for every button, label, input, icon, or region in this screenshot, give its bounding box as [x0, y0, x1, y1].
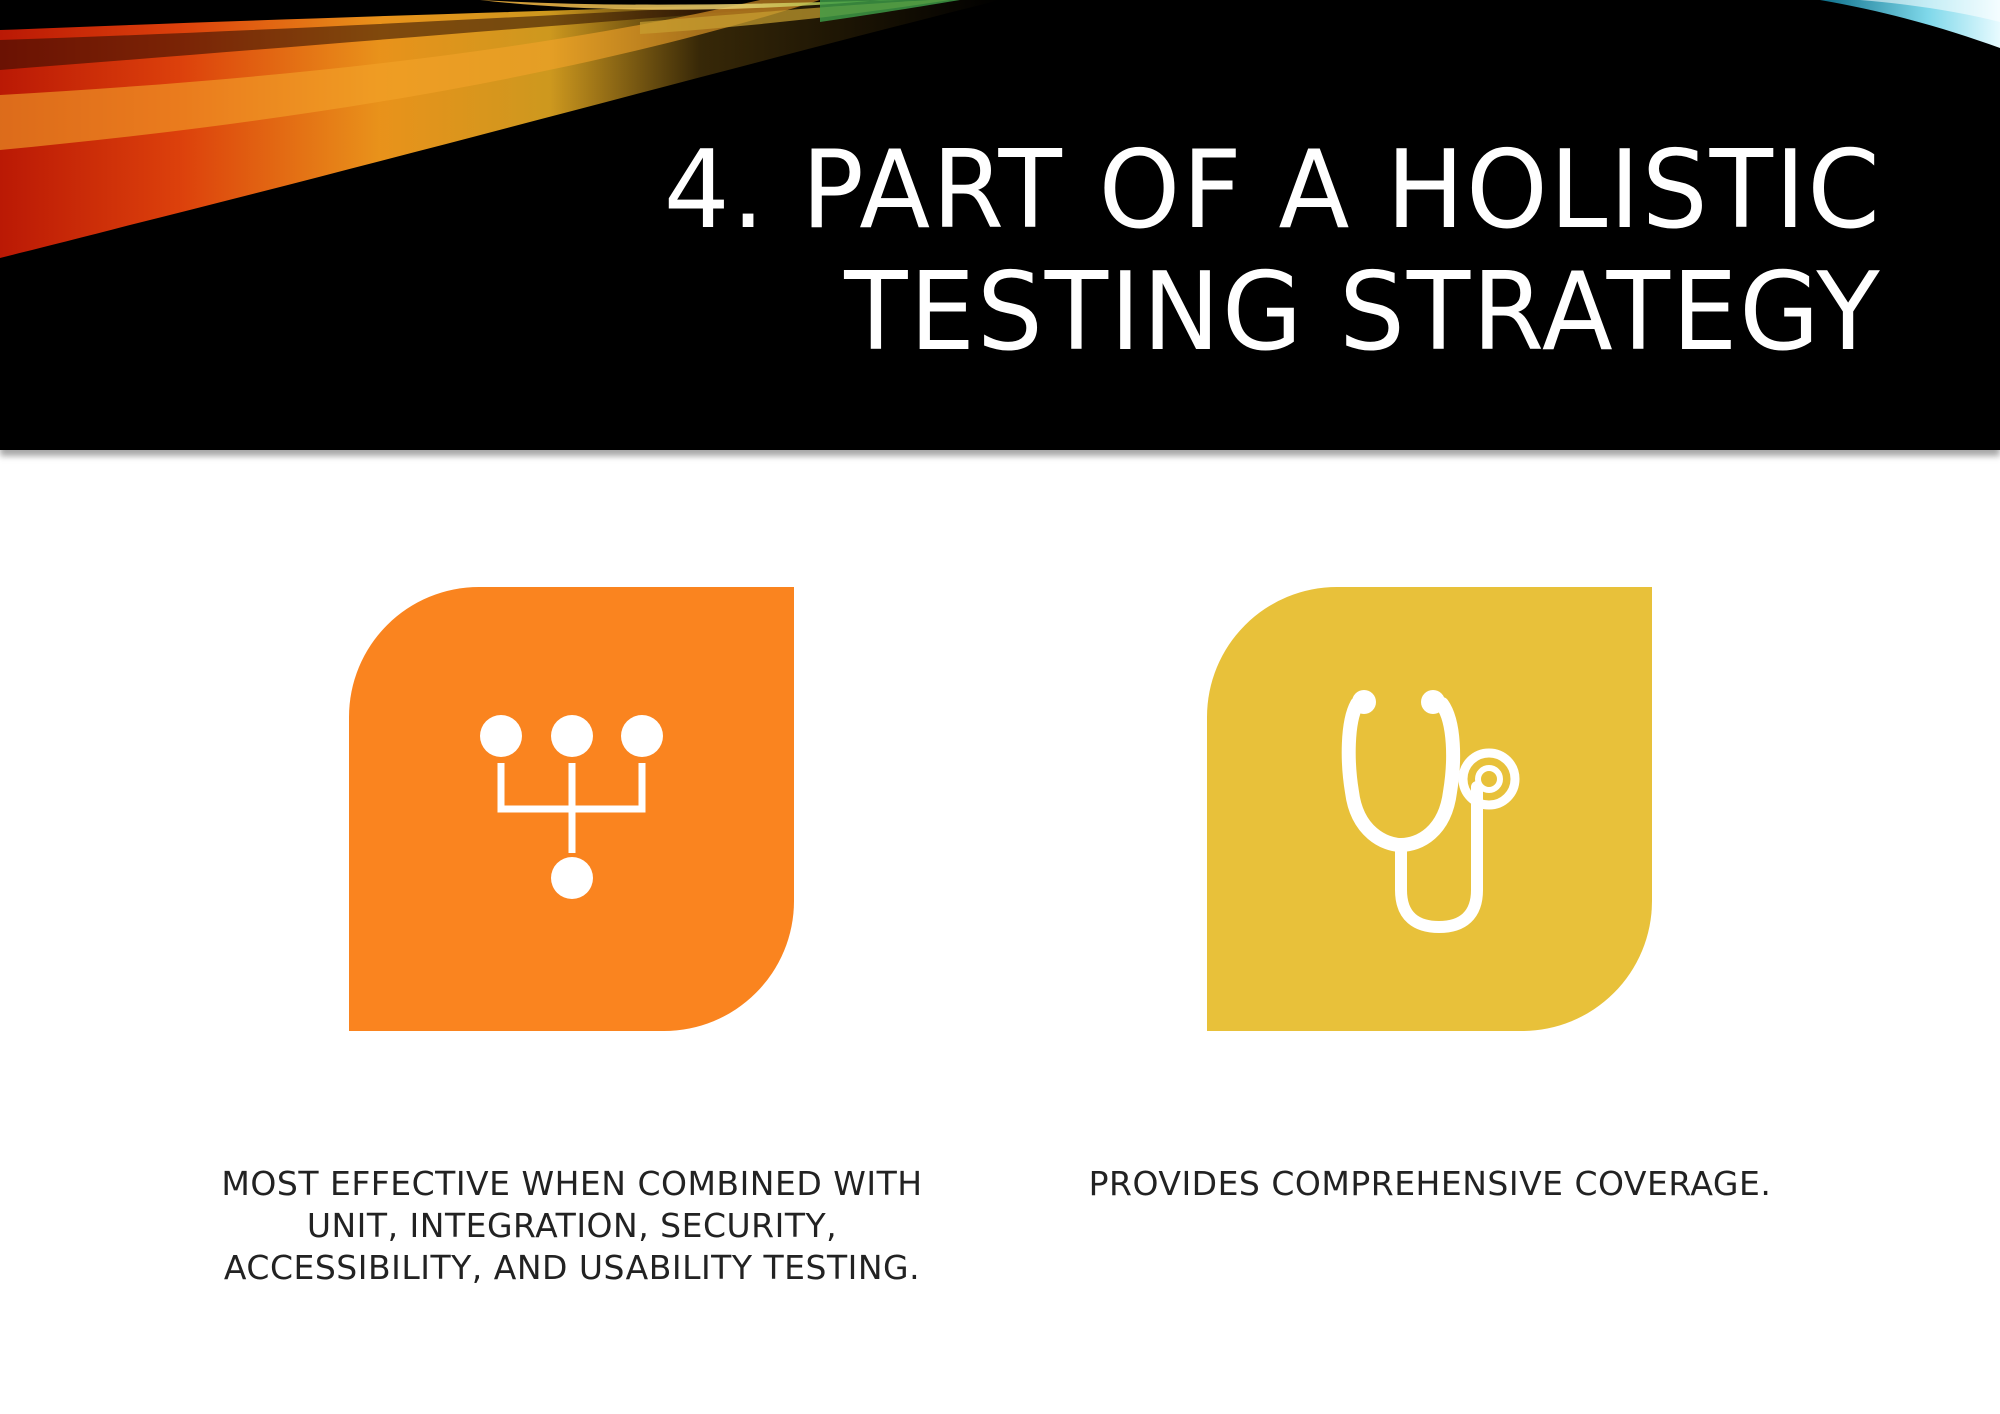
caption-left-line-2: UNIT, INTEGRATION, SECURITY, [306, 1206, 838, 1245]
slide-title-line-1: 4. PART OF A HOLISTIC [664, 128, 1882, 253]
slide-title-line-2: TESTING STRATEGY [844, 250, 1883, 375]
title-band: 4. PART OF A HOLISTIC TESTING STRATEGY [0, 0, 2000, 450]
caption-left-line-3: ACCESSIBILITY, AND USABILITY TESTING. [223, 1248, 921, 1287]
caption-left-line-1: MOST EFFECTIVE WHEN COMBINED WITH [221, 1164, 923, 1203]
stethoscope-card [1207, 587, 1652, 1031]
caption-left: MOST EFFECTIVE WHEN COMBINED WITH UNIT, … [190, 1163, 954, 1289]
caption-right: PROVIDES COMPREHENSIVE COVERAGE. [1030, 1163, 1830, 1205]
hierarchy-icon [480, 715, 663, 899]
caption-right-line-1: PROVIDES COMPREHENSIVE COVERAGE. [1088, 1164, 1772, 1203]
hierarchy-card [349, 587, 794, 1031]
stethoscope-icon [1341, 690, 1520, 933]
slide-title: 4. PART OF A HOLISTIC TESTING STRATEGY [664, 130, 1882, 374]
slide: 4. PART OF A HOLISTIC TESTING STRATEGY M… [0, 0, 2000, 1414]
